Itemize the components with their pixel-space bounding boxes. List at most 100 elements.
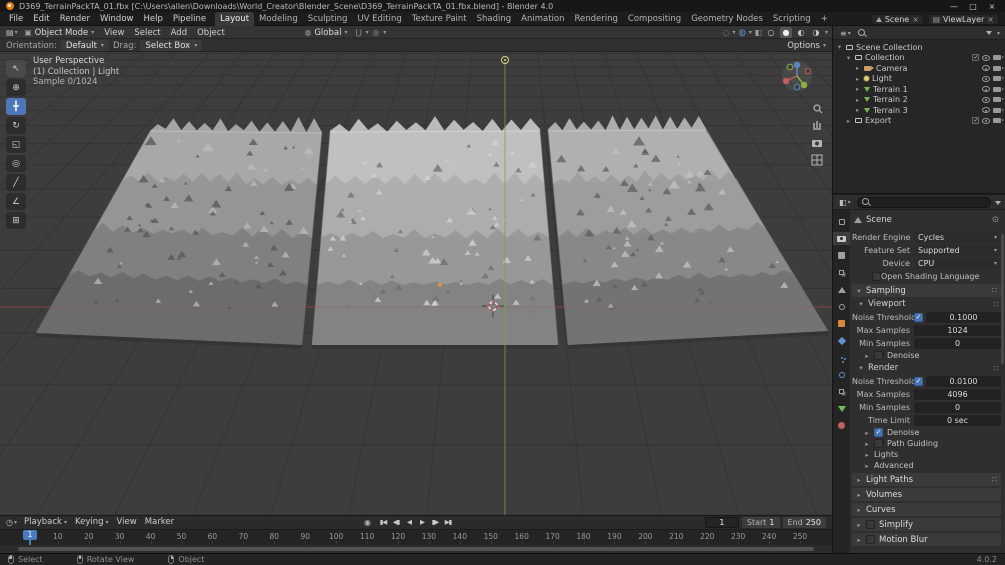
view-layer-tab[interactable] xyxy=(833,266,850,279)
outliner-row-terrain-2[interactable]: ▸ Terrain 2 xyxy=(833,95,1005,106)
viewlayer-selector[interactable]: ▤ ViewLayer × xyxy=(927,13,999,25)
hide-in-viewport-icon[interactable] xyxy=(982,117,990,124)
snap-magnet-icon[interactable]: ⋃ xyxy=(355,28,361,37)
hide-in-viewport-icon[interactable] xyxy=(982,107,990,114)
scene-tab[interactable] xyxy=(833,283,850,296)
physics-tab[interactable] xyxy=(833,368,850,381)
device-field[interactable]: CPU ▾ xyxy=(914,257,1001,269)
panel-header-volumes[interactable]: ▸ Volumes xyxy=(852,488,1001,501)
timeline-scrollbar[interactable] xyxy=(0,545,832,553)
show-overlays-icon[interactable]: ◍ xyxy=(738,28,745,38)
timeline-menu-keying[interactable]: Keying ▾ xyxy=(71,517,113,527)
unlink-viewlayer-icon[interactable]: × xyxy=(987,15,994,24)
modifiers-tab[interactable] xyxy=(833,334,850,347)
select-box-tool-button[interactable]: ↖ xyxy=(6,60,26,77)
outliner-row-export[interactable]: ▸ Export xyxy=(833,116,1005,127)
toggle-xray-icon[interactable]: ◧ xyxy=(755,28,762,37)
shading-rendered-button[interactable]: ◑ xyxy=(810,27,822,38)
disable-in-renders-icon[interactable] xyxy=(993,97,1004,103)
transform-orientation-selector[interactable]: ◍ Global ▾ xyxy=(301,28,352,38)
hide-in-viewport-icon[interactable] xyxy=(982,96,990,103)
maximize-button[interactable]: □ xyxy=(966,2,980,11)
panel-header-sampling[interactable]: ▾ Sampling ∷ xyxy=(852,284,1001,297)
play-reverse-button[interactable]: ◀ xyxy=(403,516,415,528)
current-frame-field[interactable]: 1 xyxy=(704,516,739,528)
panel-header-light-paths[interactable]: ▸ Light Paths ∷ xyxy=(852,473,1001,486)
panel-menu-icon[interactable]: ∷ xyxy=(992,475,997,484)
transform-tool-button[interactable]: ◎ xyxy=(6,155,26,172)
timeline-menu-view[interactable]: View xyxy=(113,517,141,527)
panel-header-simplify[interactable]: ▸ Simplify xyxy=(852,518,1001,531)
panel-header-advanced[interactable]: ▸ Advanced xyxy=(852,460,1001,471)
disclosure-arrow-icon[interactable]: ▾ xyxy=(845,54,852,62)
timeline-menu-playback[interactable]: Playback ▾ xyxy=(20,517,71,527)
panel-header-lights[interactable]: ▸ Lights xyxy=(852,449,1001,460)
outliner-row-collection[interactable]: ▾ Collection xyxy=(833,53,1005,64)
properties-scrollbar[interactable] xyxy=(1001,234,1004,364)
show-gizmo-icon[interactable]: ◌ xyxy=(723,28,730,37)
frame-end-field[interactable]: End 250 xyxy=(782,516,826,528)
menu-help[interactable]: Help xyxy=(138,14,167,24)
workspace-tab-layout[interactable]: Layout xyxy=(215,12,255,26)
noise-threshold-field[interactable]: 0.0100 xyxy=(926,375,1001,387)
workspace-tab-rendering[interactable]: Rendering xyxy=(570,12,623,26)
workspace-tab-animation[interactable]: Animation xyxy=(516,12,569,26)
menu-window[interactable]: Window xyxy=(95,14,139,24)
checkbox[interactable] xyxy=(866,535,875,544)
checkbox[interactable] xyxy=(874,351,883,360)
jump-to-next-keyframe-button[interactable]: ▮▶ xyxy=(429,516,441,528)
workspace-tab-shading[interactable]: Shading xyxy=(472,12,517,26)
mode-selector[interactable]: ▣ Object Mode ▾ xyxy=(21,28,99,38)
exclude-checkbox[interactable] xyxy=(972,117,979,125)
panel-header-motion-blur[interactable]: ▸ Motion Blur xyxy=(852,533,1001,546)
proportional-options-chevron-icon[interactable]: ▾ xyxy=(383,29,386,36)
properties-search-input[interactable] xyxy=(856,197,991,208)
shading-material-button[interactable]: ◐ xyxy=(795,27,807,38)
panel-header-denoise[interactable]: ▸ Denoise xyxy=(852,350,1001,361)
hide-in-viewport-icon[interactable] xyxy=(982,75,990,82)
panel-menu-icon[interactable]: ∷ xyxy=(994,300,999,309)
world-tab[interactable] xyxy=(833,300,850,313)
annotate-tool-button[interactable]: ╱ xyxy=(6,174,26,191)
timeline-editor-type-button[interactable]: ◷ ▾ xyxy=(4,518,19,527)
shading-chevron-icon[interactable]: ▾ xyxy=(825,29,828,36)
measure-tool-button[interactable]: ∠ xyxy=(6,193,26,210)
hide-in-viewport-icon[interactable] xyxy=(982,65,990,72)
min-samples-field[interactable]: 0 xyxy=(914,337,1001,349)
outliner-editor-type-button[interactable]: ≡ ▾ xyxy=(838,29,853,38)
disable-in-renders-icon[interactable] xyxy=(993,55,1004,61)
disclosure-arrow-icon[interactable]: ▾ xyxy=(836,43,843,51)
panel-header-denoise[interactable]: ▸ Denoise xyxy=(852,427,1001,438)
workspace-tab-sculpting[interactable]: Sculpting xyxy=(303,12,353,26)
noise-threshold-field[interactable]: 0.1000 xyxy=(926,311,1001,323)
scale-tool-button[interactable]: ◱ xyxy=(6,136,26,153)
checkbox[interactable] xyxy=(874,439,883,448)
cursor-tool-button[interactable]: ⊕ xyxy=(6,79,26,96)
workspace-tab-geometry-nodes[interactable]: Geometry Nodes xyxy=(686,12,768,26)
outliner-row-scene-collection[interactable]: ▾ Scene Collection xyxy=(833,42,1005,53)
disable-in-renders-icon[interactable] xyxy=(993,107,1004,113)
time-limit-field[interactable]: 0 sec xyxy=(914,414,1001,426)
feature-set-field[interactable]: Supported ▾ xyxy=(914,244,1001,256)
disable-in-renders-icon[interactable] xyxy=(993,65,1004,71)
panel-menu-icon[interactable]: ∷ xyxy=(994,364,999,373)
filter-chevron-icon[interactable]: ▾ xyxy=(997,30,1000,37)
panel-header-curves[interactable]: ▸ Curves xyxy=(852,503,1001,516)
max-samples-field[interactable]: 4096 xyxy=(914,388,1001,400)
checkbox[interactable] xyxy=(914,376,923,386)
panel-menu-icon[interactable]: ∷ xyxy=(992,286,997,295)
auto-keying-button[interactable]: ◉ xyxy=(364,518,371,527)
jump-to-end-button[interactable]: ▶▮ xyxy=(442,516,454,528)
viewport-canvas[interactable] xyxy=(0,52,832,515)
output-tab[interactable] xyxy=(833,249,850,262)
disclosure-arrow-icon[interactable]: ▸ xyxy=(854,96,861,104)
viewport-menu-view[interactable]: View xyxy=(99,28,129,38)
timeline-ruler[interactable]: 1102030405060708090100110120130140150160… xyxy=(0,529,832,545)
checkbox[interactable] xyxy=(872,271,881,281)
outliner-row-camera[interactable]: ▸ Camera xyxy=(833,63,1005,74)
play-button[interactable]: ▶ xyxy=(416,516,428,528)
tool-tab[interactable] xyxy=(833,215,850,228)
workspace-tab-compositing[interactable]: Compositing xyxy=(623,12,686,26)
3d-viewport[interactable]: User Perspective (1) Collection | Light Sa… xyxy=(0,52,832,515)
shading-wireframe-button[interactable]: ○ xyxy=(765,27,777,38)
